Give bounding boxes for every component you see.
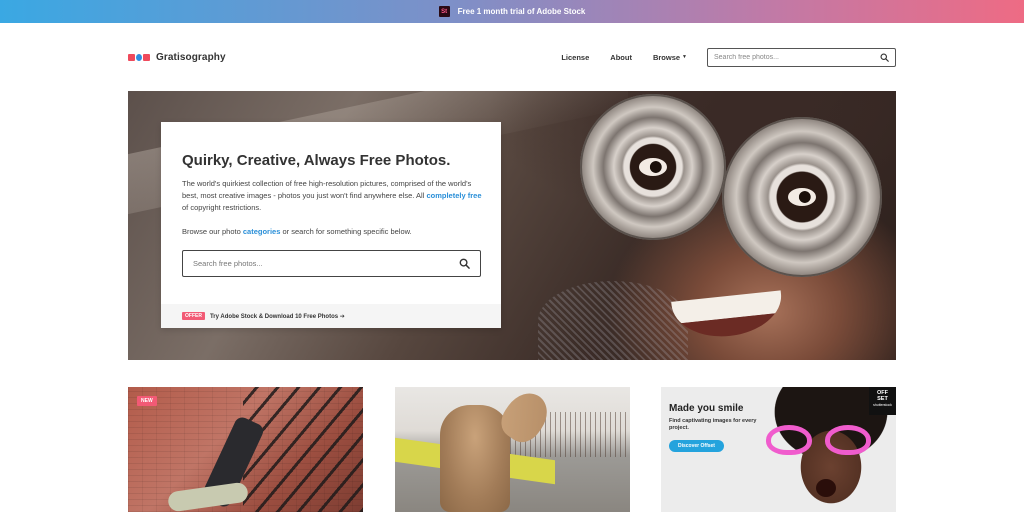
site-header: Gratisography License About Browse ▼ xyxy=(128,44,896,70)
offer-bar[interactable]: OFFER Try Adobe Stock & Download 10 Free… xyxy=(161,304,501,328)
bunny-costume xyxy=(440,405,510,512)
kid-mouth xyxy=(816,479,836,497)
hero-card: Quirky, Creative, Always Free Photos. Th… xyxy=(161,122,501,328)
goggle-right xyxy=(722,117,882,277)
hero-smile xyxy=(671,290,785,342)
person-shirt xyxy=(166,481,250,512)
nav-license[interactable]: License xyxy=(561,53,589,62)
site-logo[interactable]: Gratisography xyxy=(128,52,226,63)
ad-subtitle: Find captivating images for every projec… xyxy=(669,418,757,431)
new-badge: NEW xyxy=(137,396,157,406)
main-nav: License About Browse ▼ xyxy=(561,47,896,67)
logo-icon xyxy=(128,53,150,61)
fire-escape-stairs xyxy=(243,387,363,512)
offset-logo: OFF SET shutterstock xyxy=(869,387,896,415)
photo-tile-brick-wall[interactable]: NEW xyxy=(128,387,363,512)
categories-link[interactable]: categories xyxy=(243,227,281,236)
ad-tile-offset[interactable]: Made you smile Find captivating images f… xyxy=(661,387,896,512)
goggle-left xyxy=(580,94,726,240)
caret-down-icon: ▼ xyxy=(682,54,687,60)
header-search xyxy=(707,47,896,67)
header-search-input[interactable] xyxy=(714,53,880,61)
heart-glasses xyxy=(766,425,871,455)
search-icon[interactable] xyxy=(880,52,889,62)
hero-banner: Quirky, Creative, Always Free Photos. Th… xyxy=(128,91,896,360)
completely-free-link[interactable]: completely free xyxy=(426,191,481,200)
ad-title: Made you smile xyxy=(669,403,744,414)
promo-text[interactable]: Free 1 month trial of Adobe Stock xyxy=(458,7,586,16)
logo-text: Gratisography xyxy=(156,51,226,63)
hero-sparkle-jacket xyxy=(538,281,688,360)
nav-browse-label: Browse xyxy=(652,52,681,62)
hero-search xyxy=(182,250,481,277)
nav-browse[interactable]: Browse ▼ xyxy=(653,53,687,62)
ad-copy: Made you smile Find captivating images f… xyxy=(669,403,769,452)
hero-title: Quirky, Creative, Always Free Photos. xyxy=(182,152,451,169)
adobe-stock-icon: St xyxy=(438,6,450,17)
search-icon[interactable] xyxy=(459,258,470,269)
discover-offset-button[interactable]: Discover Offset xyxy=(669,440,724,452)
hero-browse-text: Browse our photo categories or search fo… xyxy=(182,227,412,236)
hero-search-input[interactable] xyxy=(193,259,459,268)
offer-link[interactable]: Try Adobe Stock & Download 10 Free Photo… xyxy=(210,313,345,320)
offer-badge: OFFER xyxy=(182,312,205,320)
photo-tile-bunny-costume[interactable] xyxy=(395,387,630,512)
nav-about[interactable]: About xyxy=(610,53,632,62)
hero-description: The world's quirkiest collection of free… xyxy=(182,179,482,212)
promo-banner[interactable]: St Free 1 month trial of Adobe Stock xyxy=(0,0,1024,23)
